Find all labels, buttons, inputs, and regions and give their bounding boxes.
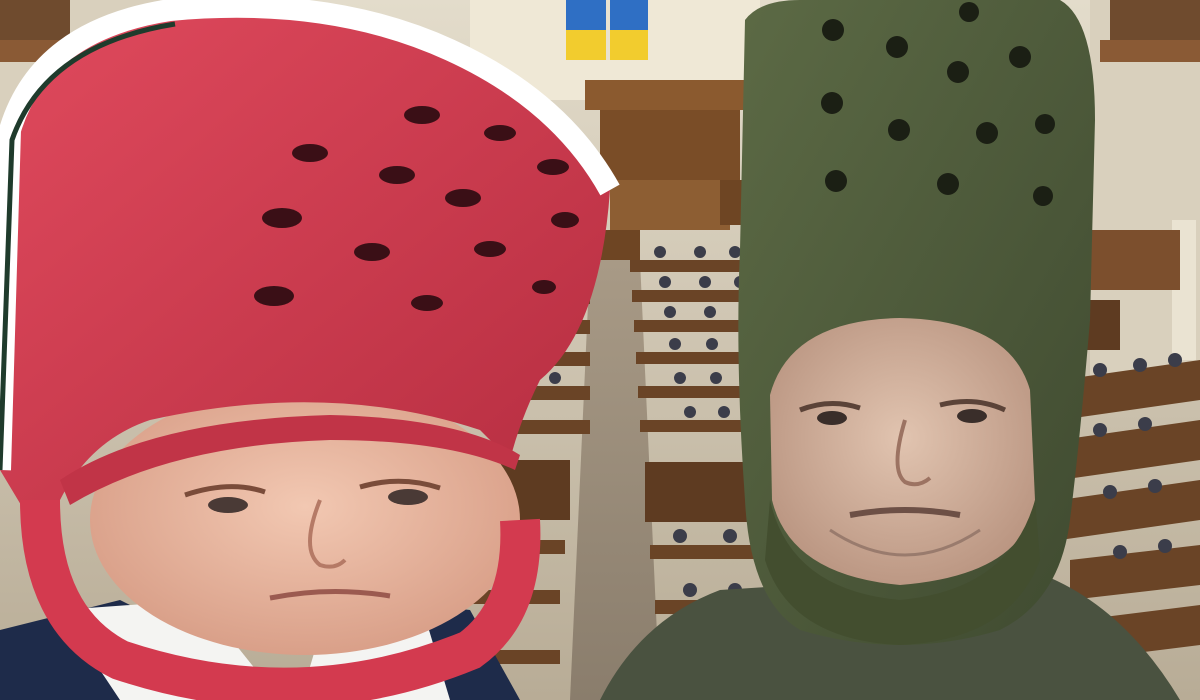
collage-image (0, 0, 1200, 700)
face (770, 318, 1035, 585)
collage-illustration (0, 0, 1200, 700)
flag (566, 0, 648, 60)
